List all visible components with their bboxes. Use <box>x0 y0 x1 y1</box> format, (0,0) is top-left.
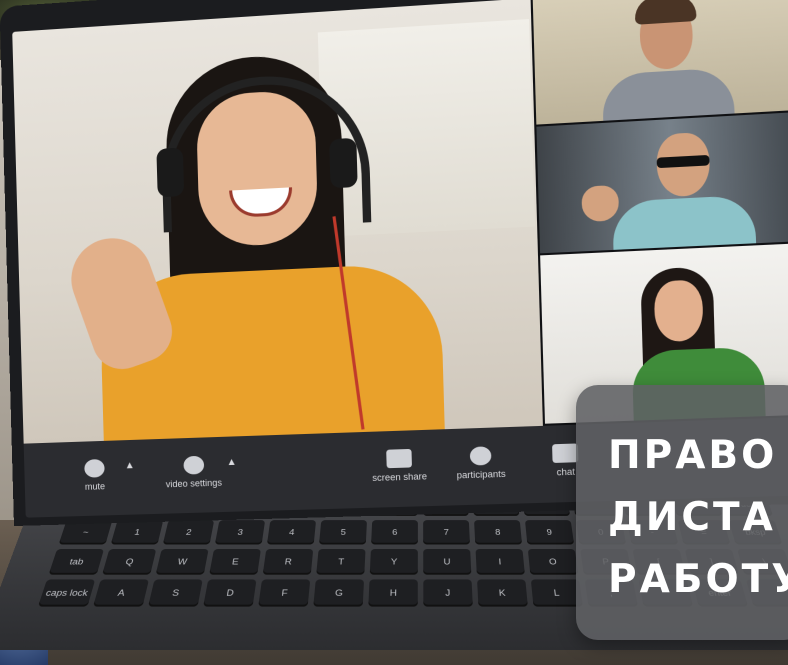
key[interactable]: U <box>423 548 472 575</box>
participant-1-hair <box>634 0 697 25</box>
chat-button[interactable]: chat <box>552 443 579 477</box>
key[interactable]: 6 <box>371 520 418 545</box>
key[interactable]: caps lock <box>37 579 96 607</box>
participant-2-hand <box>581 184 620 223</box>
chat-label: chat <box>556 466 576 478</box>
mute-label: mute <box>84 481 106 492</box>
key[interactable]: R <box>262 548 314 575</box>
main-video-tile[interactable] <box>12 0 543 444</box>
promo-line-1: ПРАВО <box>608 433 778 478</box>
key[interactable]: F <box>258 579 311 607</box>
participants-icon <box>469 446 492 466</box>
key[interactable]: W <box>155 548 209 575</box>
participant-tile-1[interactable] <box>532 0 788 125</box>
screen-share-icon <box>386 448 412 469</box>
key[interactable]: E <box>209 548 261 575</box>
key[interactable]: Q <box>102 548 157 575</box>
key[interactable]: I <box>475 548 525 575</box>
promo-line-2: ДИСТА <box>608 495 776 540</box>
key[interactable]: O <box>527 548 579 575</box>
key[interactable]: G <box>313 579 365 607</box>
key[interactable]: 9 <box>524 520 575 545</box>
participants-button[interactable]: participants <box>456 446 506 481</box>
key[interactable]: H <box>368 579 418 607</box>
promo-text-clip: ПРАВО ДИСТА РАБОТУ <box>576 385 788 640</box>
key[interactable]: 5 <box>319 520 368 545</box>
headset-earcup-left <box>156 147 185 198</box>
participants-label: participants <box>456 468 506 481</box>
screen-share-label: screen share <box>372 471 428 484</box>
key[interactable]: tab <box>48 548 105 575</box>
video-settings-button[interactable]: video settings <box>165 455 222 489</box>
key[interactable]: Y <box>369 548 418 575</box>
screen-share-button[interactable]: screen share <box>372 448 428 484</box>
key[interactable]: 1 <box>110 520 164 545</box>
key[interactable]: T <box>316 548 366 575</box>
key[interactable]: K <box>477 579 528 607</box>
participant-2-shirt <box>612 194 757 254</box>
key[interactable]: 4 <box>266 520 317 545</box>
promo-card: ПРАВО ДИСТА РАБОТУ <box>576 385 788 640</box>
key[interactable]: 7 <box>423 520 470 545</box>
key[interactable]: 3 <box>214 520 266 545</box>
participant-tile-2[interactable] <box>536 111 788 254</box>
mute-button[interactable]: mute <box>84 459 105 492</box>
microphone-icon <box>84 459 105 478</box>
promo-line-3: РАБОТУ <box>608 557 788 602</box>
headset-earcup-right <box>329 137 358 189</box>
key[interactable]: J <box>423 579 473 607</box>
key[interactable]: A <box>93 579 150 607</box>
chevron-up-icon[interactable]: ▲ <box>125 460 135 471</box>
key[interactable]: D <box>203 579 257 607</box>
chevron-up-icon[interactable]: ▲ <box>226 457 236 469</box>
key[interactable]: 8 <box>474 520 523 545</box>
chat-icon <box>552 443 579 463</box>
video-settings-label: video settings <box>165 477 223 490</box>
camera-icon <box>182 455 204 475</box>
key[interactable]: S <box>148 579 203 607</box>
key[interactable]: 2 <box>162 520 215 545</box>
